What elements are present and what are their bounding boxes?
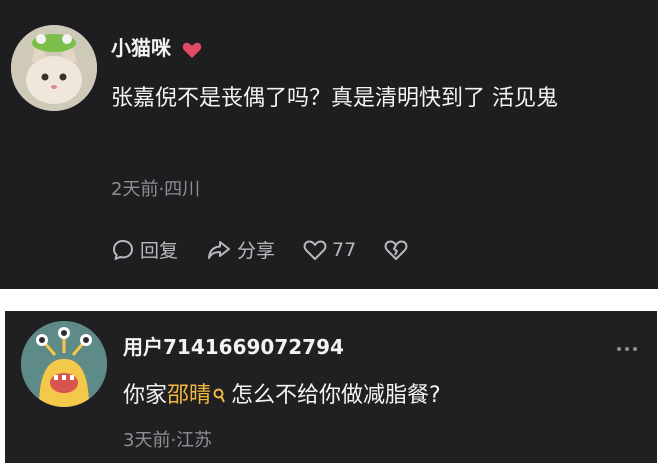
- dislike-button[interactable]: [384, 239, 413, 261]
- heart-icon: [182, 42, 202, 58]
- like-count: 77: [332, 238, 357, 261]
- search-icon[interactable]: [213, 388, 225, 404]
- comment-meta: 3天前·江苏: [123, 430, 213, 451]
- comment-card: 用户7141669072794 你家邵晴 怎么不给你做减脂餐? 3天前·江苏: [5, 311, 657, 463]
- comment-card: 小猫咪 张嘉倪不是丧偶了吗？真是清明快到了 活见鬼 2天前·四川 回复 分享 7…: [0, 0, 658, 289]
- like-heart-icon: [303, 240, 327, 260]
- more-dot-icon: [625, 347, 629, 351]
- more-options-button[interactable]: [617, 347, 637, 351]
- broken-heart-icon: [384, 240, 408, 260]
- cat-avatar-icon: [11, 25, 97, 111]
- comment-text-suffix: 怎么不给你做减脂餐?: [231, 383, 441, 408]
- comment-text-prefix: 你家: [123, 383, 168, 408]
- comment-text: 你家邵晴 怎么不给你做减脂餐?: [123, 375, 643, 417]
- action-bar: 回复 分享 77: [111, 236, 441, 263]
- avatar[interactable]: [21, 321, 107, 407]
- reply-button[interactable]: 回复: [111, 236, 178, 263]
- share-arrow-icon: [208, 240, 231, 259]
- more-dot-icon: [633, 347, 637, 351]
- reply-bubble-icon: [113, 239, 133, 260]
- comment-meta: 2天前·四川: [111, 179, 201, 200]
- share-label[interactable]: 分享: [237, 236, 275, 263]
- comment-text: 张嘉倪不是丧偶了吗？真是清明快到了 活见鬼: [111, 86, 558, 111]
- username[interactable]: 小猫咪: [111, 32, 202, 61]
- username[interactable]: 用户7141669072794: [123, 331, 344, 360]
- username-text[interactable]: 小猫咪: [111, 36, 171, 60]
- mention-link[interactable]: 邵晴: [167, 383, 211, 408]
- like-button[interactable]: 77: [303, 239, 356, 261]
- reply-label[interactable]: 回复: [140, 236, 178, 263]
- share-button[interactable]: 分享: [206, 236, 275, 263]
- more-dot-icon: [617, 347, 621, 351]
- monster-avatar-icon: [21, 321, 107, 407]
- avatar[interactable]: [11, 25, 97, 111]
